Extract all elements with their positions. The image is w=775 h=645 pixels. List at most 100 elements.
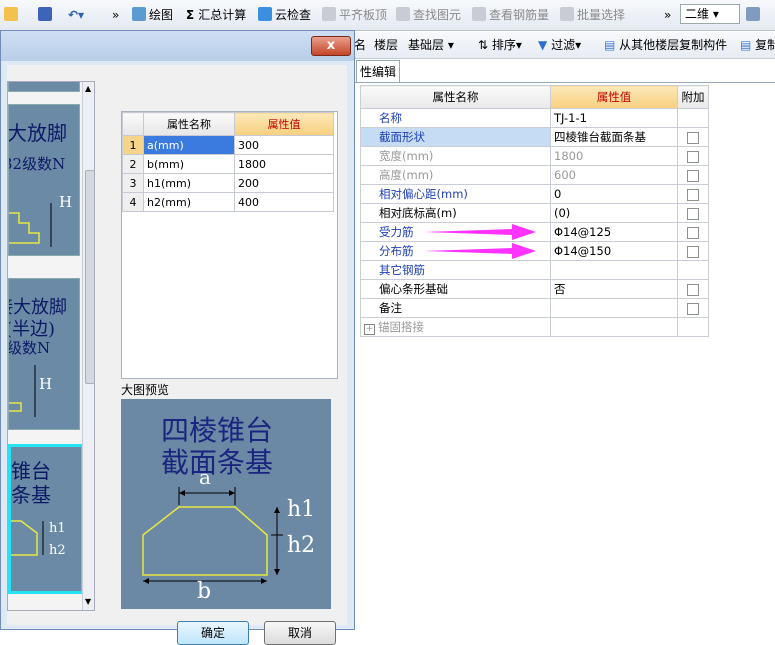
extra-checkbox[interactable] [687,245,699,258]
open-file-icon[interactable] [4,6,21,24]
property-name[interactable]: 名称 [360,108,551,128]
property-row[interactable]: + 锚固搭接 [360,317,709,337]
expand-icon[interactable]: + [364,324,375,335]
property-row[interactable]: 相对底标高(m) (0) [360,203,709,223]
param-row[interactable]: 2 b(mm) 1800 [122,154,334,174]
property-value[interactable] [550,260,678,280]
extra-checkbox[interactable] [687,302,699,315]
property-row[interactable]: 宽度(mm) 1800 [360,146,709,166]
preview-dim-a: a [199,465,211,489]
filter-button[interactable]: ▼ 过滤▾ [538,37,581,53]
property-row[interactable]: 名称 TJ-1-1 [360,108,709,128]
close-button[interactable]: x [311,36,351,56]
header-property-value[interactable]: 属性值 [550,85,678,109]
extra-checkbox[interactable] [687,150,699,163]
thumbnail-partial[interactable] [8,82,80,92]
property-name[interactable]: 相对偏心距(mm) [360,184,551,204]
property-value[interactable]: 1800 [550,146,678,166]
property-name[interactable]: 高度(mm) [360,165,551,185]
header-param-value[interactable]: 属性值 [234,112,334,136]
batch-select-button[interactable]: 批量选择 [560,6,625,24]
param-name[interactable]: a(mm) [143,135,235,155]
find-element-button[interactable]: 查找图元 [396,6,461,24]
param-value[interactable]: 300 [234,135,334,155]
preview-dim-h2: h2 [287,533,316,558]
draw-button[interactable]: 绘图 [132,6,173,24]
property-row[interactable]: 高度(mm) 600 [360,165,709,185]
cloud-check-button[interactable]: 云检查 [258,6,311,24]
property-row[interactable]: 偏心条形基础 否 [360,279,709,299]
header-property-name[interactable]: 属性名称 [360,85,551,109]
copy-button[interactable]: ▤ 复制 [740,37,775,53]
extra-checkbox[interactable] [687,226,699,239]
property-value[interactable]: 600 [550,165,678,185]
property-name[interactable]: 相对底标高(m) [360,203,551,223]
param-value[interactable]: 1800 [234,154,334,174]
extra-checkbox[interactable] [687,131,699,144]
thumbnail-stepped-footing[interactable]: 大放脚 32级数N H [8,104,80,256]
view-mode-select[interactable]: 二维 ▾ [680,4,740,24]
property-name[interactable]: 备注 [360,298,551,318]
property-value[interactable]: TJ-1-1 [550,108,678,128]
scroll-thumb[interactable] [85,170,94,384]
dialog-titlebar[interactable] [1,31,354,61]
param-name[interactable]: h2(mm) [143,192,235,212]
preview-image: 四棱锥台 截面条基 a b h1 h2 [121,399,331,609]
thumbnail-shape [9,203,52,247]
sort-button[interactable]: ⇅ 排序▾ [478,37,522,53]
save-icon[interactable] [38,6,55,24]
property-name-text: 宽度(mm) [379,149,434,163]
param-table-panel: 属性名称 属性值 1 a(mm) 300 2 b(mm) 1800 3 h1(mm) 200 4 h… [121,111,338,379]
more-left[interactable]: » [112,6,119,24]
header-param-name[interactable]: 属性名称 [143,112,235,136]
view-rebar-button[interactable]: 查看钢筋量 [472,6,549,24]
extra-checkbox[interactable] [687,207,699,220]
thumbnail-scrollbar[interactable]: ▲ ▼ [82,82,94,610]
property-value[interactable]: 四棱锥台截面条基 [550,127,678,147]
flat-top-button[interactable]: 平齐板顶 [322,6,387,24]
property-value[interactable] [550,298,678,318]
property-edit-tab[interactable]: 性编辑 [356,60,400,83]
property-row[interactable]: 相对偏心距(mm) 0 [360,184,709,204]
sum-button[interactable]: Σ 汇总计算 [186,6,246,24]
property-name[interactable]: 截面形状 [360,127,551,147]
layer-select[interactable]: 基础层 ▾ [408,37,466,53]
param-row[interactable]: 4 h2(mm) 400 [122,192,334,212]
property-value[interactable]: Φ14@150 [550,241,678,261]
view-icon[interactable] [746,6,763,24]
property-row[interactable]: 截面形状 四棱锥台截面条基 [360,127,709,147]
param-value[interactable]: 200 [234,173,334,193]
param-row[interactable]: 3 h1(mm) 200 [122,173,334,193]
property-name[interactable]: 其它钢筋 [360,260,551,280]
scroll-up-icon[interactable]: ▲ [85,84,91,93]
ok-button[interactable]: 确定 [177,621,249,645]
property-value[interactable] [550,317,678,337]
property-name[interactable]: 偏心条形基础 [360,279,551,299]
header-extra[interactable]: 附加 [677,85,709,109]
property-row[interactable]: 备注 [360,298,709,318]
property-row[interactable]: 其它钢筋 [360,260,709,280]
property-name-text: 偏心条形基础 [379,282,448,296]
param-name[interactable]: h1(mm) [143,173,235,193]
property-value[interactable]: 否 [550,279,678,299]
property-name[interactable]: 宽度(mm) [360,146,551,166]
thumbnail-dim: H [39,375,53,393]
thumbnail-stepped-half[interactable]: 接大放脚 (半边) 级数N H [8,278,80,430]
property-value[interactable]: (0) [550,203,678,223]
extra-checkbox[interactable] [687,283,699,296]
param-name[interactable]: b(mm) [143,154,235,174]
more-right[interactable]: » [664,6,671,24]
undo-icon[interactable]: ↶▾ [68,6,84,24]
copy-from-other-floor-button[interactable]: ▤ 从其他楼层复制构件 [604,37,727,53]
property-value[interactable]: 0 [550,184,678,204]
property-name[interactable]: + 锚固搭接 [360,317,551,337]
param-value[interactable]: 400 [234,192,334,212]
scroll-down-icon[interactable]: ▼ [85,597,91,606]
property-value[interactable]: Φ14@125 [550,222,678,242]
cancel-button[interactable]: 取消 [264,621,336,645]
extra-checkbox[interactable] [687,169,699,182]
thumbnail-truncated-pyramid-selected[interactable]: 锥台 条基 h1 h2 [8,444,84,594]
param-row[interactable]: 1 a(mm) 300 [122,135,334,155]
extra-checkbox[interactable] [687,188,699,201]
layer-toolbar: 名 楼层 基础层 ▾ ⇅ 排序▾ ▼ 过滤▾ ▤ 从其他楼层复制构件 ▤ 复制 [350,32,775,59]
